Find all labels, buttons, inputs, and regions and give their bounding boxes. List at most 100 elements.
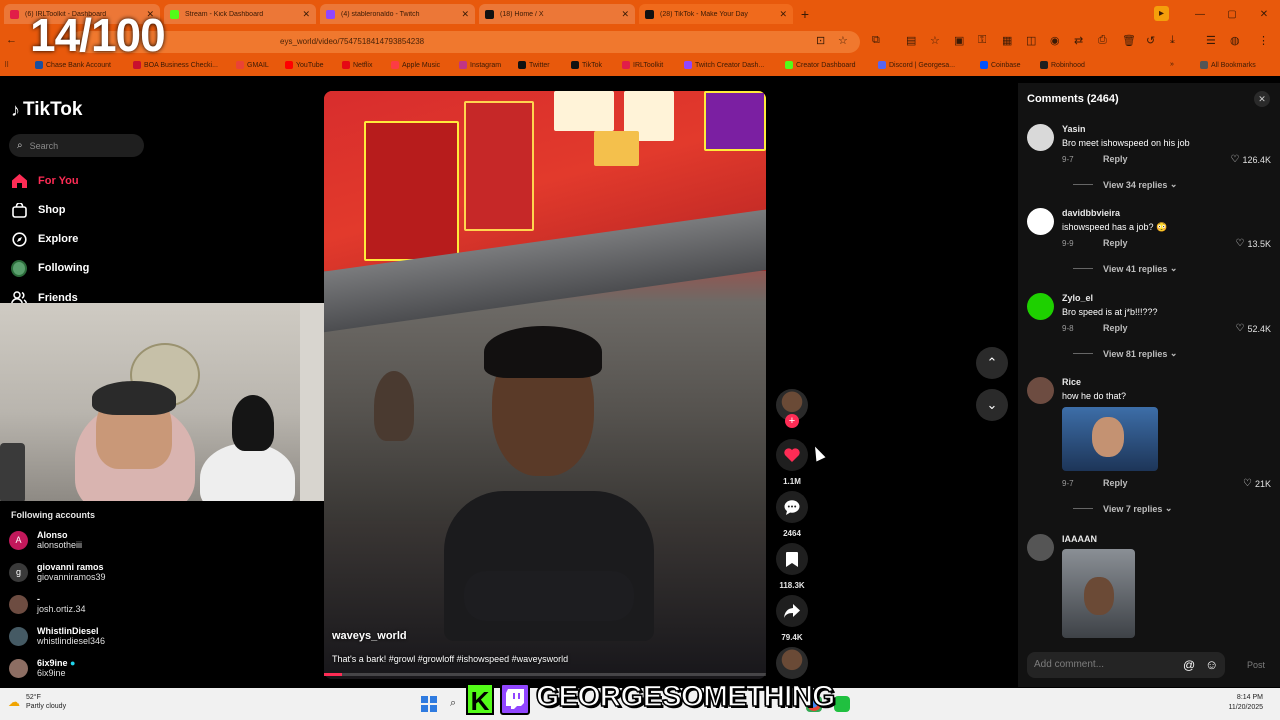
- music-disc-avatar[interactable]: [776, 647, 808, 679]
- nav-following[interactable]: Following: [11, 259, 89, 277]
- bookmark-twitter[interactable]: Twitter: [518, 61, 550, 69]
- bookmark-twitch[interactable]: Twitch Creator Dash...: [684, 61, 764, 69]
- close-window-icon[interactable]: ✕: [1248, 9, 1280, 20]
- clock[interactable]: 8:14 PM 11/20/2025: [1207, 693, 1263, 713]
- toolbar-icon[interactable]: ▤: [906, 34, 916, 47]
- toolbar-icon[interactable]: ▣: [954, 34, 964, 47]
- bookmark-robinhood[interactable]: Robinhood: [1040, 61, 1085, 69]
- follow-plus-icon[interactable]: +: [785, 414, 799, 428]
- like-button[interactable]: [776, 439, 808, 471]
- avatar[interactable]: [1027, 377, 1054, 404]
- comment-user[interactable]: davidbbvieira: [1062, 208, 1120, 218]
- tab-twitch[interactable]: (4) stableronaldo - Twitch ✕: [320, 4, 475, 24]
- trash-icon[interactable]: 🗑: [1122, 34, 1136, 47]
- nav-explore[interactable]: Explore: [11, 231, 78, 247]
- video-author[interactable]: waveys_world: [332, 630, 407, 642]
- comment-user[interactable]: Yasin: [1062, 124, 1086, 134]
- close-icon[interactable]: ✕: [621, 9, 629, 20]
- following-account[interactable]: A Alonso alonsotheiii: [9, 530, 82, 550]
- bookmarks-overflow-icon[interactable]: »: [1170, 61, 1174, 68]
- tab-x[interactable]: (18) Home / X ✕: [479, 4, 635, 24]
- bookmark-star-icon[interactable]: ☆: [838, 34, 848, 47]
- extension-icon[interactable]: ▸: [1154, 6, 1169, 21]
- bookmark-coinbase[interactable]: Coinbase: [980, 61, 1021, 69]
- avatar[interactable]: [1027, 208, 1054, 235]
- translate-icon[interactable]: ⇄: [1074, 34, 1083, 47]
- history-icon[interactable]: ↺: [1146, 34, 1155, 47]
- next-video-button[interactable]: ⌄: [976, 389, 1008, 421]
- bookmark-discord[interactable]: Discord | Georgesa...: [878, 61, 955, 69]
- post-button[interactable]: Post: [1247, 660, 1265, 670]
- following-account[interactable]: - josh.ortiz.34: [9, 594, 86, 614]
- reply-button[interactable]: Reply: [1103, 478, 1128, 488]
- bookmark-kick[interactable]: Creator Dashboard: [785, 61, 856, 69]
- bookmark-youtube[interactable]: YouTube: [285, 61, 324, 69]
- bookmark-gmail[interactable]: GMAIL: [236, 61, 269, 69]
- toolbar-icon[interactable]: ◉: [1050, 34, 1060, 47]
- save-button[interactable]: [776, 543, 808, 575]
- avatar[interactable]: [1027, 124, 1054, 151]
- avatar[interactable]: [1027, 293, 1054, 320]
- new-tab-button[interactable]: +: [797, 6, 813, 22]
- tiktok-logo[interactable]: ♪ TikTok: [11, 99, 82, 121]
- profile-avatar[interactable]: ◍: [1230, 34, 1240, 47]
- nav-shop[interactable]: Shop: [11, 202, 66, 218]
- like-button[interactable]: ♡ 126.4K: [1231, 154, 1272, 165]
- bookmark-apple-music[interactable]: Apple Music: [391, 61, 440, 69]
- following-account[interactable]: 6ix9ine ● 6ix9ine: [9, 658, 75, 678]
- view-replies-button[interactable]: View 7 replies ⌄: [1073, 503, 1172, 514]
- bookmark-netflix[interactable]: Netflix: [342, 61, 372, 69]
- bookmark-instagram[interactable]: Instagram: [459, 61, 501, 69]
- nav-for-you[interactable]: For You: [11, 173, 79, 189]
- reply-button[interactable]: Reply: [1103, 323, 1128, 333]
- reply-button[interactable]: Reply: [1103, 154, 1128, 164]
- reply-button[interactable]: Reply: [1103, 238, 1128, 248]
- following-account[interactable]: g giovanni ramos giovanniramos39: [9, 562, 106, 582]
- like-button[interactable]: ♡ 13.5K: [1236, 238, 1272, 249]
- toolbar-icon[interactable]: ◫: [1026, 34, 1036, 47]
- share-button[interactable]: [776, 595, 808, 627]
- emoji-icon[interactable]: ☺: [1205, 657, 1218, 672]
- previous-video-button[interactable]: ⌃: [976, 347, 1008, 379]
- bookmark-irltoolkit[interactable]: IRLToolkit: [622, 61, 663, 69]
- view-replies-button[interactable]: View 41 replies ⌄: [1073, 263, 1177, 274]
- video-player[interactable]: [324, 91, 766, 679]
- view-replies-button[interactable]: View 34 replies ⌄: [1073, 179, 1177, 190]
- video-progress-bar[interactable]: [324, 673, 766, 676]
- toolbar-icon[interactable]: ⎙: [1098, 34, 1107, 47]
- view-replies-button[interactable]: View 81 replies ⌄: [1073, 348, 1177, 359]
- comment-user[interactable]: IAAAAN: [1062, 534, 1097, 544]
- close-icon[interactable]: ✕: [302, 9, 310, 20]
- maximize-icon[interactable]: ▢: [1216, 9, 1248, 20]
- toolbar-icon[interactable]: ☆: [930, 34, 940, 47]
- address-bar[interactable]: eys_world/video/754751841479385423​8: [70, 31, 860, 53]
- weather-widget[interactable]: ☁ 52°F Partly cloudy: [8, 693, 66, 711]
- comment-user[interactable]: Zylo_el: [1062, 293, 1093, 303]
- back-icon[interactable]: ←: [6, 34, 17, 46]
- menu-icon[interactable]: ☰: [1206, 34, 1216, 47]
- close-icon[interactable]: ✕: [461, 9, 469, 20]
- mention-icon[interactable]: @: [1183, 658, 1195, 672]
- toolbar-icon[interactable]: ⚿: [978, 34, 986, 47]
- download-icon[interactable]: ⤓: [1170, 34, 1175, 47]
- bookmark-boa[interactable]: BOA Business Checki...: [133, 61, 218, 69]
- search-input[interactable]: ⌕ Search: [9, 134, 144, 157]
- comment-button[interactable]: [776, 491, 808, 523]
- app-icon[interactable]: [834, 696, 850, 712]
- install-icon[interactable]: ⊡: [816, 34, 825, 47]
- minimize-icon[interactable]: —: [1184, 9, 1216, 20]
- search-icon[interactable]: ⌕: [450, 697, 456, 710]
- extensions-icon[interactable]: ⧉: [872, 34, 880, 47]
- like-button[interactable]: ♡ 21K: [1243, 478, 1271, 489]
- avatar[interactable]: [1027, 534, 1054, 561]
- add-comment-input[interactable]: Add comment...: [1027, 652, 1225, 678]
- bookmark-chase[interactable]: Chase Bank Account: [35, 61, 111, 69]
- tab-kick[interactable]: Stream - Kick Dashboard ✕: [164, 4, 316, 24]
- following-account[interactable]: WhistlinDiesel whistlindiesel346: [9, 626, 105, 646]
- more-icon[interactable]: ⋮: [1258, 34, 1269, 47]
- toolbar-icon[interactable]: ▦: [1002, 34, 1012, 47]
- close-icon[interactable]: ✕: [779, 9, 787, 20]
- tab-tiktok[interactable]: (28) TikTok - Make Your Day ✕: [639, 4, 793, 24]
- bookmark-all[interactable]: All Bookmarks: [1200, 61, 1256, 69]
- windows-start-icon[interactable]: [421, 696, 437, 712]
